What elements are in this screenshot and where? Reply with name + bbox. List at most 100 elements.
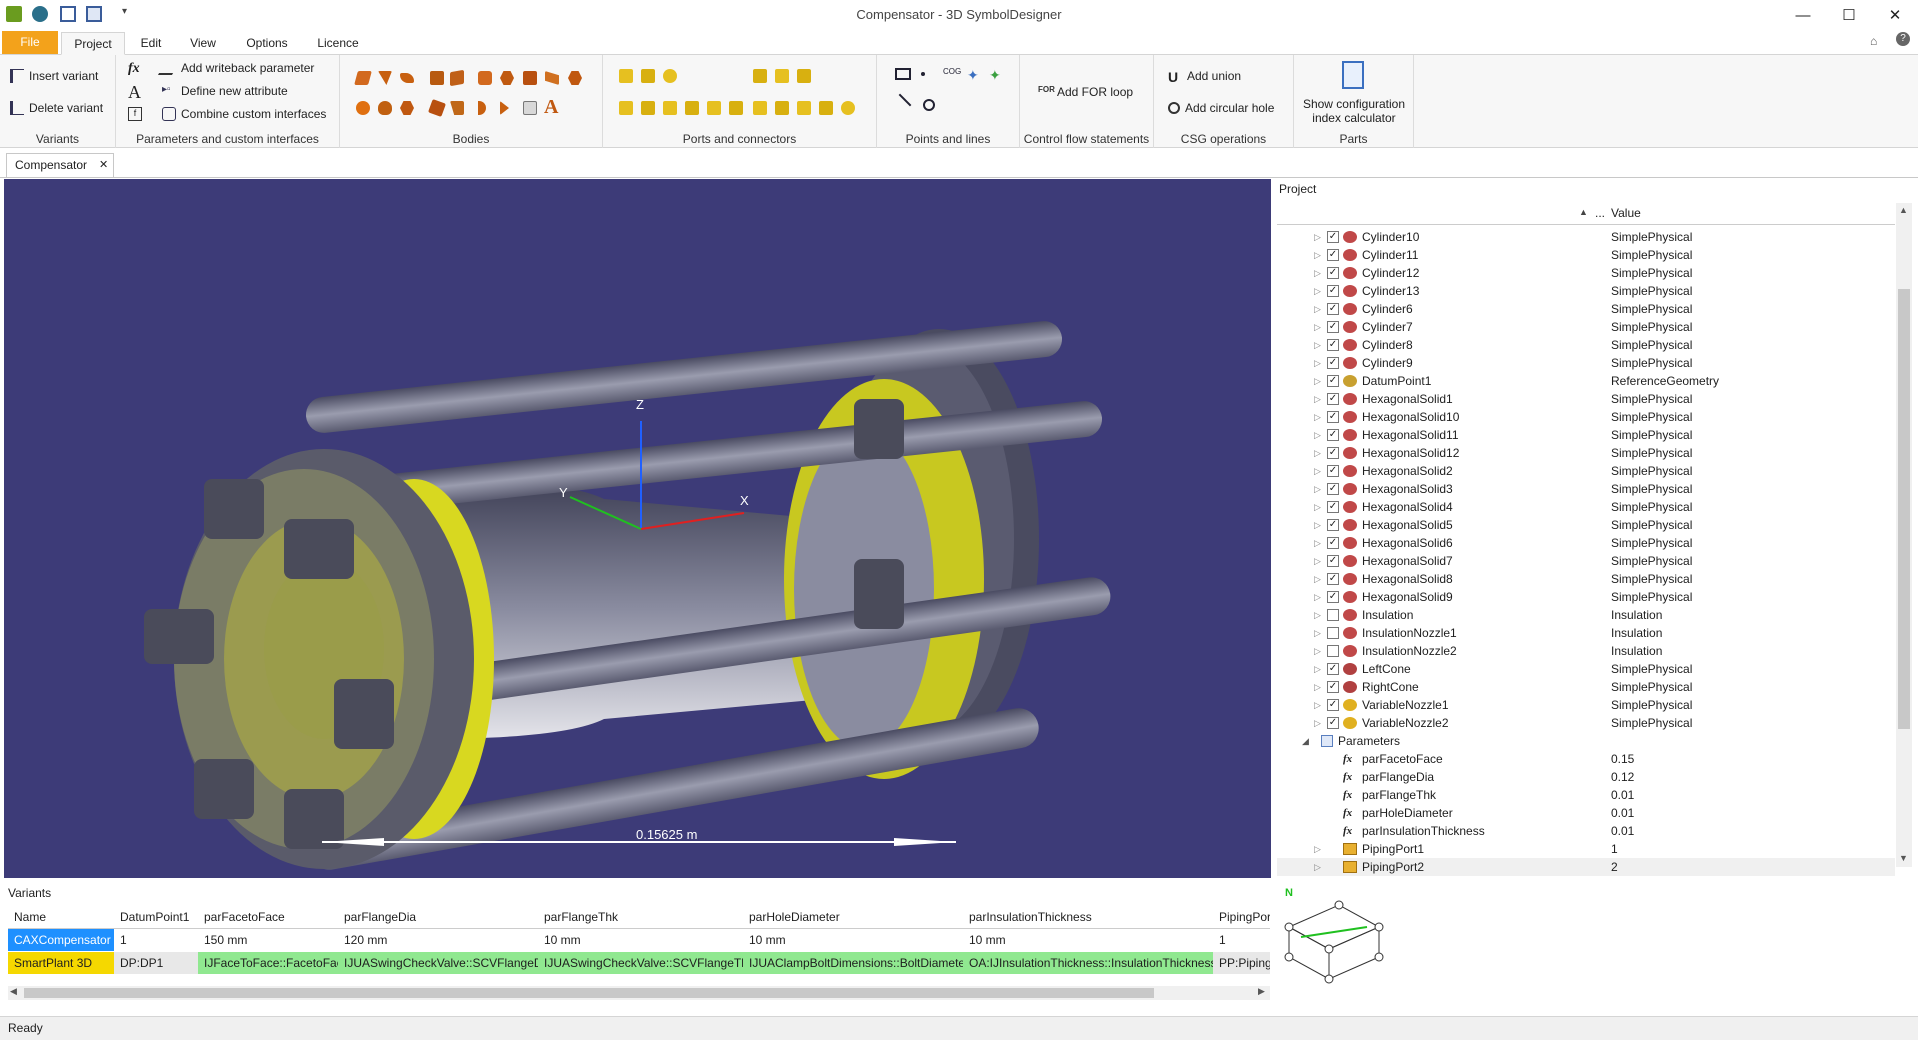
port-icon-6[interactable] — [797, 69, 811, 83]
interface-mapping-cell[interactable]: IJUAClampBoltDimensions::BoltDiameter — [743, 952, 963, 974]
visibility-checkbox[interactable]: ✓ — [1327, 303, 1339, 315]
visibility-checkbox[interactable]: ✓ — [1327, 681, 1339, 693]
trapezoid-body-icon[interactable] — [450, 101, 464, 115]
expand-icon[interactable]: ▷ — [1314, 480, 1321, 498]
expand-icon[interactable]: ▷ — [1314, 516, 1321, 534]
slab-body-icon[interactable] — [478, 71, 492, 85]
ramp-body-icon[interactable] — [545, 71, 559, 85]
tree-header-value[interactable]: Value — [1611, 206, 1641, 220]
tree-row[interactable]: ▷ InsulationNozzle2 Insulation — [1277, 642, 1895, 660]
text-body-icon[interactable]: A — [544, 96, 558, 119]
interface-mapping-cell[interactable]: DP:DP1 — [114, 952, 198, 974]
minimize-button[interactable]: — — [1780, 0, 1826, 30]
tree-row-parameter[interactable]: fx parFlangeDia 0.12 — [1277, 768, 1895, 786]
box-body-icon[interactable] — [354, 71, 372, 85]
half-cylinder-icon[interactable] — [478, 101, 486, 115]
rotated-box-icon[interactable] — [428, 99, 446, 117]
variant-value-cell[interactable]: 10 mm — [743, 929, 963, 951]
tab-view[interactable]: View — [180, 32, 226, 55]
tree-row-parameter[interactable]: fx parHoleDiameter 0.01 — [1277, 804, 1895, 822]
prism-body-icon[interactable] — [430, 71, 444, 85]
visibility-checkbox[interactable] — [1327, 645, 1339, 657]
add-circular-hole-button[interactable]: Add circular hole — [1168, 101, 1274, 115]
connector-icon-6[interactable] — [729, 101, 743, 115]
tab-options[interactable]: Options — [238, 32, 296, 55]
document-tab-compensator[interactable]: Compensator ✕ — [6, 153, 114, 177]
expand-icon[interactable]: ▷ — [1314, 588, 1321, 606]
connector-icon-3[interactable] — [663, 101, 677, 115]
expand-icon[interactable]: ▷ — [1314, 696, 1321, 714]
interface-mapping-cell[interactable]: PP:PipingP — [1213, 952, 1270, 974]
expand-icon[interactable]: ▷ — [1314, 606, 1321, 624]
block-body-icon[interactable] — [450, 69, 464, 87]
visibility-checkbox[interactable]: ✓ — [1327, 411, 1339, 423]
tab-edit[interactable]: Edit — [128, 32, 174, 55]
help-icon[interactable]: ? — [1896, 32, 1910, 46]
variant-value-cell[interactable]: 150 mm — [198, 929, 338, 951]
variant-value-cell[interactable]: 120 mm — [338, 929, 538, 951]
connector-icon-11[interactable] — [841, 101, 855, 115]
calculator-large-icon[interactable] — [1342, 61, 1364, 89]
tree-row[interactable]: ▷ ✓ Cylinder7 SimplePhysical — [1277, 318, 1895, 336]
function-icon[interactable]: fx — [128, 61, 140, 77]
grid-header-cell[interactable]: Name — [8, 906, 114, 928]
formula-icon[interactable]: f — [128, 107, 142, 121]
expand-icon[interactable]: ▷ — [1314, 408, 1321, 426]
polygon-body-icon[interactable] — [400, 101, 414, 115]
variant-value-cell[interactable]: 10 mm — [963, 929, 1213, 951]
tree-row[interactable]: ▷ ✓ Cylinder6 SimplePhysical — [1277, 300, 1895, 318]
close-button[interactable]: ✕ — [1872, 0, 1918, 30]
green-star-icon[interactable]: ✦ — [989, 67, 1001, 84]
scroll-down-icon[interactable]: ▼ — [1899, 853, 1908, 863]
tree-row[interactable]: ▷ ✓ HexagonalSolid12 SimplePhysical — [1277, 444, 1895, 462]
expand-icon[interactable]: ▷ — [1314, 840, 1321, 858]
interface-mapping-cell[interactable]: IJUASwingCheckValve::SCVFlangeThk — [538, 952, 743, 974]
visibility-checkbox[interactable]: ✓ — [1327, 447, 1339, 459]
grid-header-cell[interactable]: DatumPoint1 — [114, 906, 198, 928]
visibility-checkbox[interactable]: ✓ — [1327, 519, 1339, 531]
scroll-right-icon[interactable]: ▶ — [1258, 986, 1265, 997]
visibility-checkbox[interactable] — [1327, 609, 1339, 621]
hex-prism-icon[interactable] — [568, 71, 582, 85]
expand-icon[interactable]: ▷ — [1314, 264, 1321, 282]
interface-mapping-cell[interactable]: IJUASwingCheckValve::SCVFlangeDia — [338, 952, 538, 974]
connector-icon-7[interactable] — [753, 101, 767, 115]
visibility-checkbox[interactable]: ✓ — [1327, 483, 1339, 495]
expand-icon[interactable]: ▷ — [1314, 390, 1321, 408]
visibility-checkbox[interactable]: ✓ — [1327, 699, 1339, 711]
port-icon-4[interactable] — [753, 69, 767, 83]
connector-icon-5[interactable] — [707, 101, 721, 115]
tree-row[interactable]: ▷ ✓ HexagonalSolid10 SimplePhysical — [1277, 408, 1895, 426]
expand-icon[interactable]: ▷ — [1314, 444, 1321, 462]
tree-row[interactable]: ▷ ✓ HexagonalSolid5 SimplePhysical — [1277, 516, 1895, 534]
expand-icon[interactable]: ▷ — [1314, 570, 1321, 588]
visibility-checkbox[interactable]: ✓ — [1327, 501, 1339, 513]
variant-name-cell[interactable]: SmartPlant 3D — [8, 952, 114, 974]
port-icon-1[interactable] — [619, 69, 633, 83]
visibility-checkbox[interactable]: ✓ — [1327, 555, 1339, 567]
port-icon-2[interactable] — [641, 69, 655, 83]
tree-row[interactable]: ▷ ✓ Cylinder9 SimplePhysical — [1277, 354, 1895, 372]
insert-variant-button[interactable]: Insert variant — [10, 69, 98, 83]
visibility-checkbox[interactable]: ✓ — [1327, 231, 1339, 243]
connector-icon-10[interactable] — [819, 101, 833, 115]
tree-row[interactable]: ▷ ✓ Cylinder11 SimplePhysical — [1277, 246, 1895, 264]
tree-row[interactable]: ▷ ✓ HexagonalSolid7 SimplePhysical — [1277, 552, 1895, 570]
delete-variant-button[interactable]: Delete variant — [10, 101, 103, 115]
tree-row[interactable]: ▷ ✓ HexagonalSolid8 SimplePhysical — [1277, 570, 1895, 588]
chevron-body-icon[interactable] — [500, 101, 509, 115]
port-icon-3[interactable] — [663, 69, 677, 83]
tree-row[interactable]: ▷ InsulationNozzle1 Insulation — [1277, 624, 1895, 642]
interface-mapping-cell[interactable]: OA:IJInsulationThickness::InsulationThic… — [963, 952, 1213, 974]
tree-row[interactable]: ▷ ✓ VariableNozzle2 SimplePhysical — [1277, 714, 1895, 732]
tree-row-parameters[interactable]: ◢ Parameters — [1277, 732, 1895, 750]
connector-icon-2[interactable] — [641, 101, 655, 115]
port-icon-5[interactable] — [775, 69, 789, 83]
expand-icon[interactable]: ▷ — [1314, 660, 1321, 678]
scroll-up-icon[interactable]: ▲ — [1899, 205, 1908, 215]
grid-header-cell[interactable]: parHoleDiameter — [743, 906, 963, 928]
tree-header-dots[interactable]: ... — [1595, 206, 1605, 220]
hexagon-body-icon[interactable] — [500, 71, 514, 85]
line-icon[interactable] — [898, 93, 912, 107]
grid-header-cell[interactable]: parFacetoFace — [198, 906, 338, 928]
